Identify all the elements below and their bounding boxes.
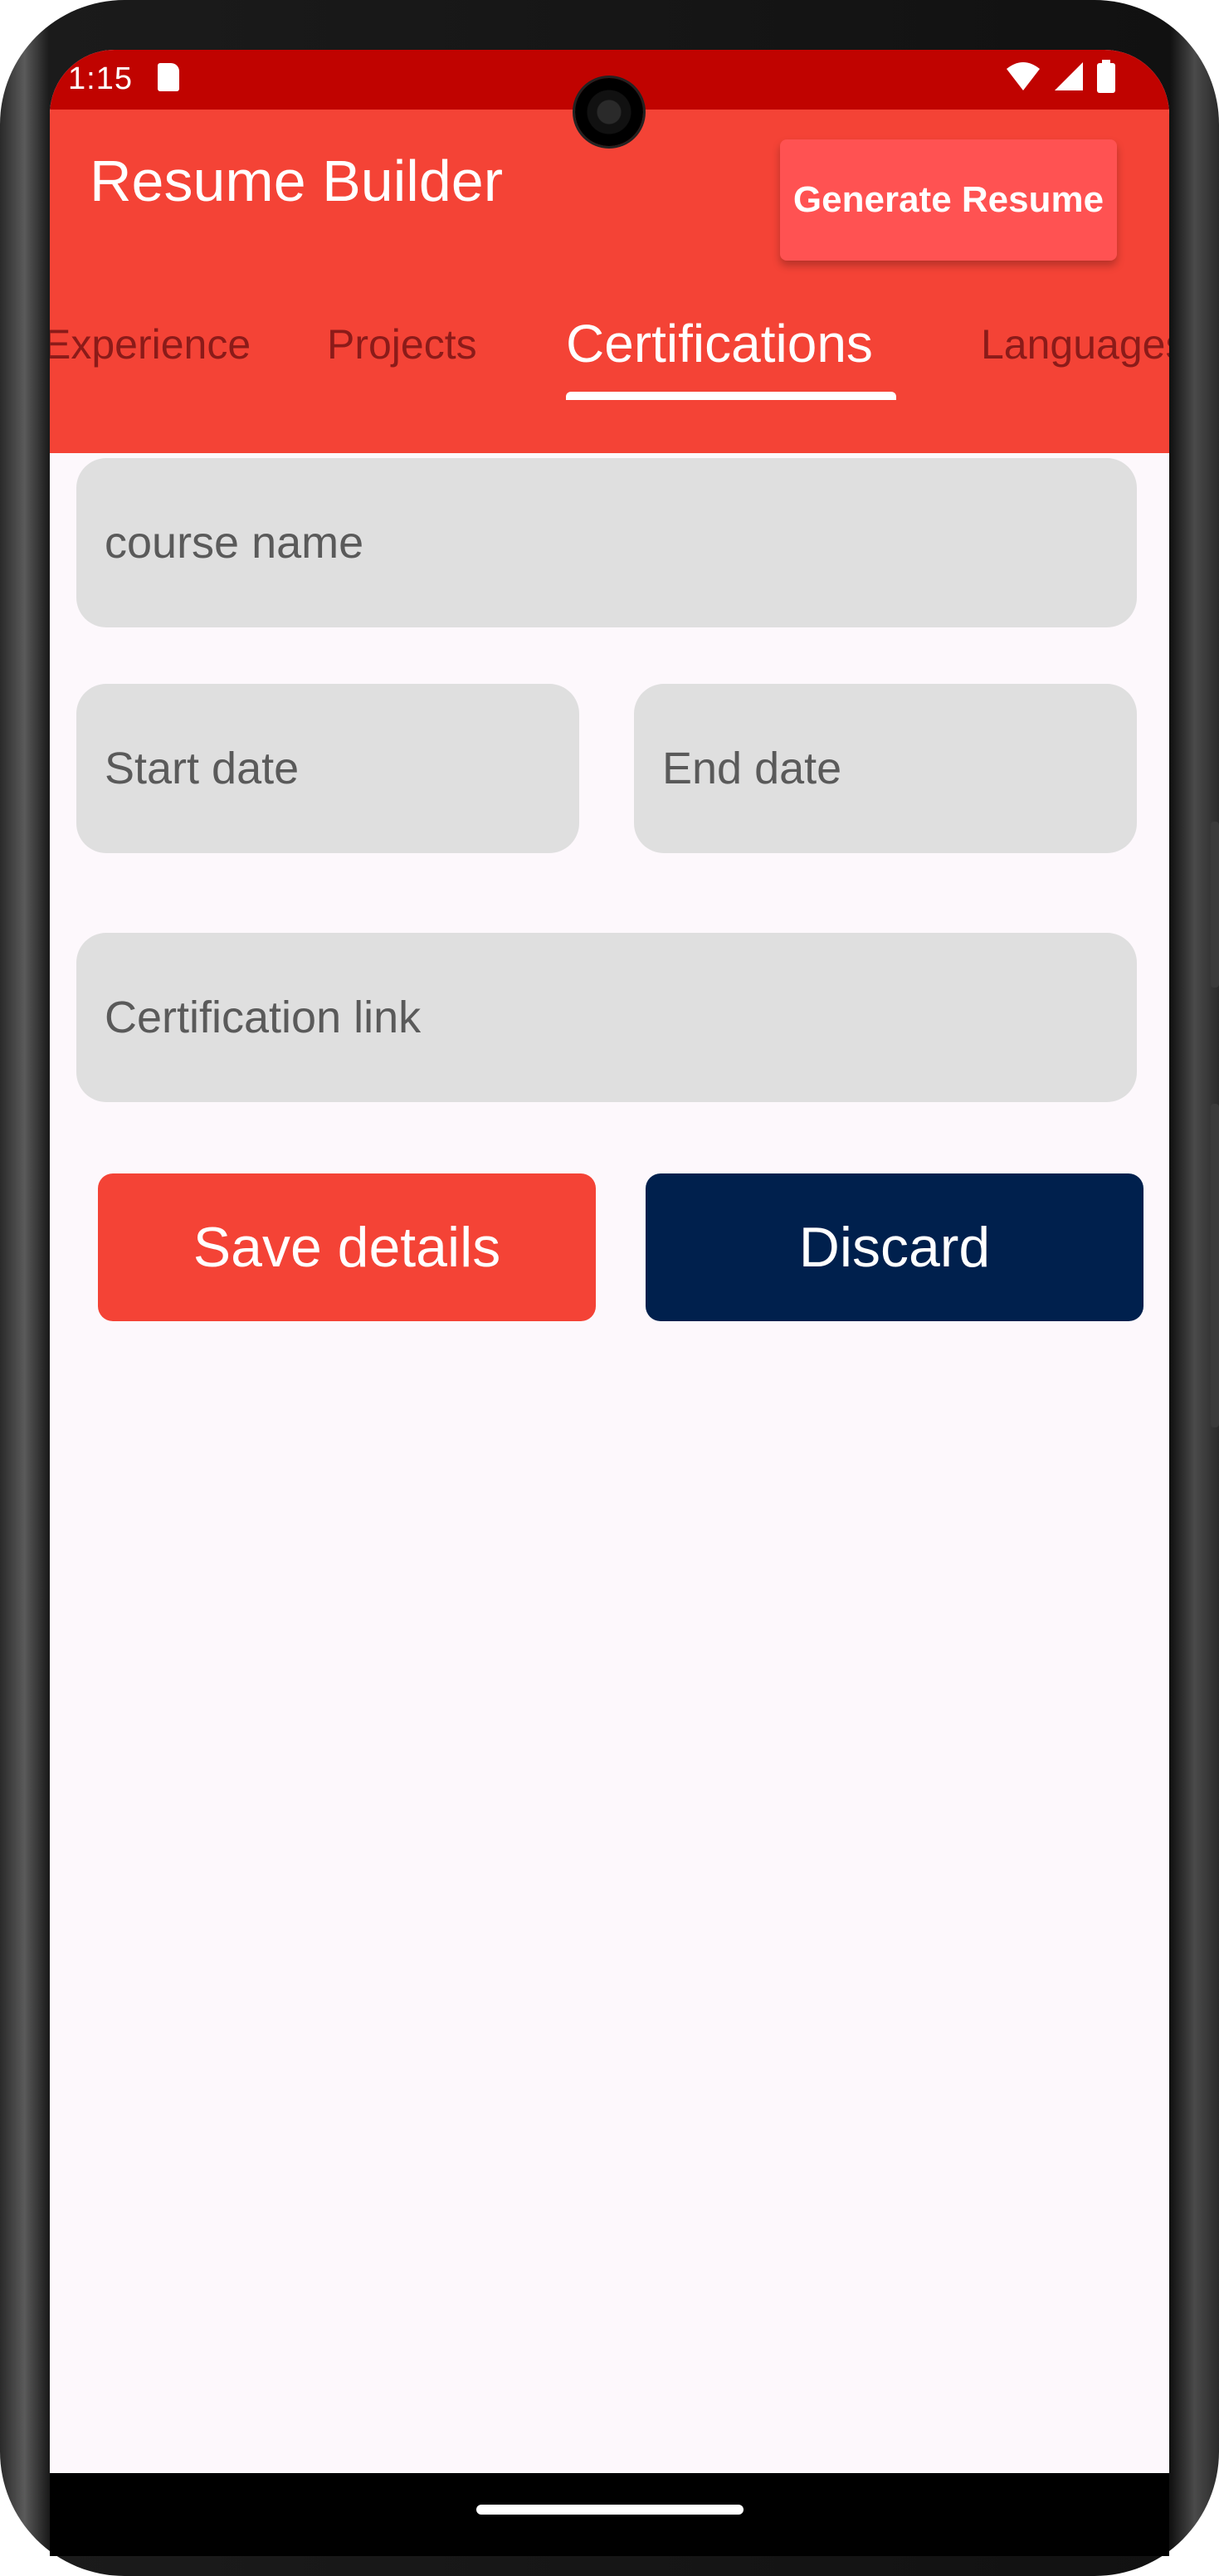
cellular-signal-icon: [1053, 61, 1085, 96]
power-button: [1211, 822, 1219, 988]
wifi-icon: [1005, 61, 1041, 96]
discard-button[interactable]: Discard: [646, 1173, 1143, 1321]
tab-projects[interactable]: Projects: [327, 299, 477, 453]
tab-experience[interactable]: Experience: [50, 299, 251, 453]
active-tab-indicator: [566, 392, 896, 400]
navigation-bar: [50, 2473, 1169, 2556]
status-time: 1:15: [68, 61, 133, 96]
certification-link-field[interactable]: Certification link: [76, 933, 1137, 1102]
save-details-button[interactable]: Save details: [98, 1173, 596, 1321]
course-name-field[interactable]: course name: [76, 458, 1137, 627]
generate-resume-button[interactable]: Generate Resume: [780, 139, 1117, 261]
sd-card-icon: [158, 63, 179, 91]
battery-icon: [1096, 59, 1116, 97]
end-date-field[interactable]: End date: [634, 684, 1137, 853]
app-screen: 1:15 Resume Builder Generate Resume Expe…: [50, 50, 1169, 2473]
volume-button: [1211, 1104, 1219, 1427]
home-gesture-handle[interactable]: [476, 2505, 744, 2515]
app-title: Resume Builder: [90, 149, 503, 213]
status-icons: [1005, 59, 1116, 97]
tab-certifications[interactable]: Certifications: [566, 299, 873, 453]
front-camera: [575, 78, 643, 146]
start-date-field[interactable]: Start date: [76, 684, 579, 853]
tab-bar: Experience Projects Certifications Langu…: [50, 299, 1169, 453]
tab-languages[interactable]: Languages: [981, 299, 1169, 453]
